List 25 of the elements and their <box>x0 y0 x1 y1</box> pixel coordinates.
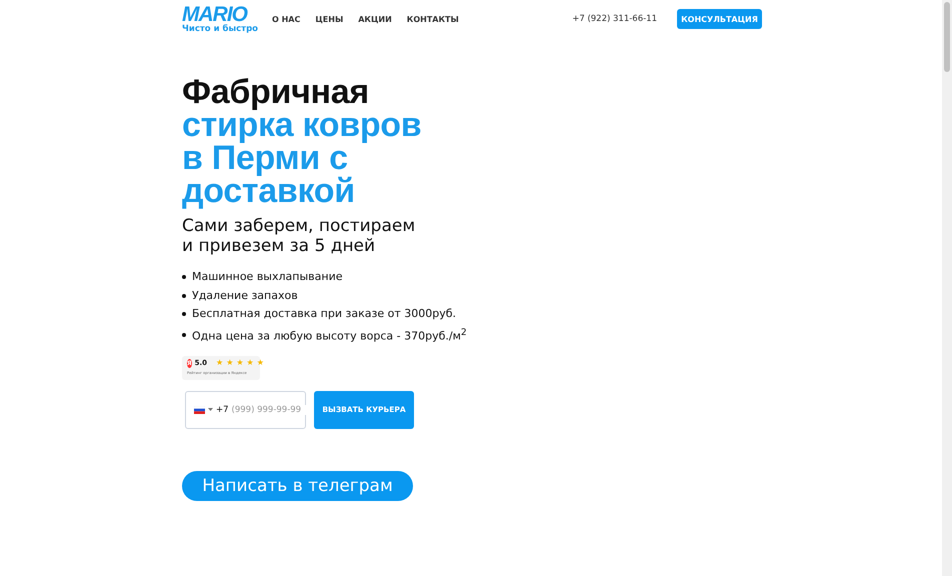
feature-text: Удаление запахов <box>192 288 298 304</box>
nav-link[interactable]: ЦЕНЫ <box>315 14 344 24</box>
star-icon: ★ <box>246 359 254 368</box>
logo-tagline: Чисто и быстро <box>182 25 258 34</box>
feature-text: Бесплатная доставка при заказе от 3000руб. <box>192 306 456 322</box>
nav-link[interactable]: КОНТАКТЫ <box>406 14 459 24</box>
bullet-icon <box>182 294 186 298</box>
subtitle: и привезем за 5 дней <box>182 236 376 256</box>
caret-icon[interactable] <box>208 408 213 412</box>
bullet-icon <box>182 332 186 337</box>
bullet-icon <box>182 275 186 280</box>
nav-link[interactable]: О НАС <box>272 14 300 24</box>
headline: Фабричная <box>182 76 370 109</box>
flag-icon[interactable] <box>194 406 205 414</box>
subtitle: Сами заберем, постираем <box>182 216 416 236</box>
feature-text: Одна цена за любую высоту ворса - 370руб./м$^{2}$ <box>192 326 467 344</box>
bullet-icon <box>182 312 186 316</box>
feature-text: Машинное выхлапывание <box>192 269 342 285</box>
star-icon: ★ <box>226 359 234 368</box>
phone-number[interactable]: +7 (922) 311-66-11 <box>572 14 657 24</box>
headline-accent: стирка ковров в Перми с доставкой <box>182 109 422 208</box>
country-code: +7 <box>216 404 229 415</box>
nav-link[interactable]: АКЦИИ <box>358 14 392 24</box>
star-icon: ★ <box>236 359 244 368</box>
star-icon: ★ <box>216 359 224 368</box>
